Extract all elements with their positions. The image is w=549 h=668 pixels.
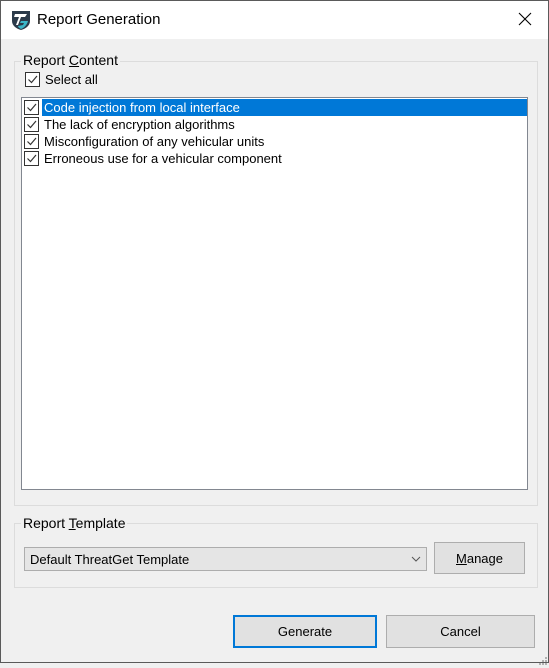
list-item[interactable]: Misconfiguration of any vehicular units [24,133,527,150]
list-item[interactable]: The lack of encryption algorithms [24,116,527,133]
manage-accel: M [456,550,467,566]
select-all-checkbox[interactable]: Select all [25,72,98,87]
checkbox-checked-icon [25,72,40,87]
list-item-label: Misconfiguration of any vehicular units [44,134,265,149]
list-item[interactable]: Erroneous use for a vehicular component [24,150,527,167]
close-button[interactable] [502,1,548,39]
resize-grip-icon[interactable] [539,653,547,665]
report-generation-dialog: Report Generation Report Content Select … [0,0,549,665]
select-all-label: Select all [45,72,98,87]
checkbox-checked-icon[interactable] [24,151,39,166]
chevron-down-icon[interactable] [406,556,426,562]
checkbox-checked-icon[interactable] [24,100,39,115]
checkbox-checked-icon[interactable] [24,134,39,149]
list-item-label: The lack of encryption algorithms [44,117,235,132]
title-bar: Report Generation [1,1,548,39]
window-title: Report Generation [37,11,161,28]
cancel-button[interactable]: Cancel [386,615,535,648]
threatget-logo-icon [10,9,32,31]
report-template-label: Report Template [21,515,128,531]
template-select[interactable]: Default ThreatGet Template [24,547,427,571]
list-item-label: Code injection from local interface [42,99,527,116]
report-content-list[interactable]: Code injection from local interface The … [21,97,528,490]
report-content-label: Report Content [21,52,120,68]
manage-button[interactable]: Manage [434,542,525,574]
manage-label: anage [466,550,503,566]
template-select-value: Default ThreatGet Template [30,551,190,567]
generate-button[interactable]: Generate [233,615,377,648]
list-item[interactable]: Code injection from local interface [24,99,527,116]
close-icon [518,12,532,29]
checkbox-checked-icon[interactable] [24,117,39,132]
list-item-label: Erroneous use for a vehicular component [44,151,282,166]
